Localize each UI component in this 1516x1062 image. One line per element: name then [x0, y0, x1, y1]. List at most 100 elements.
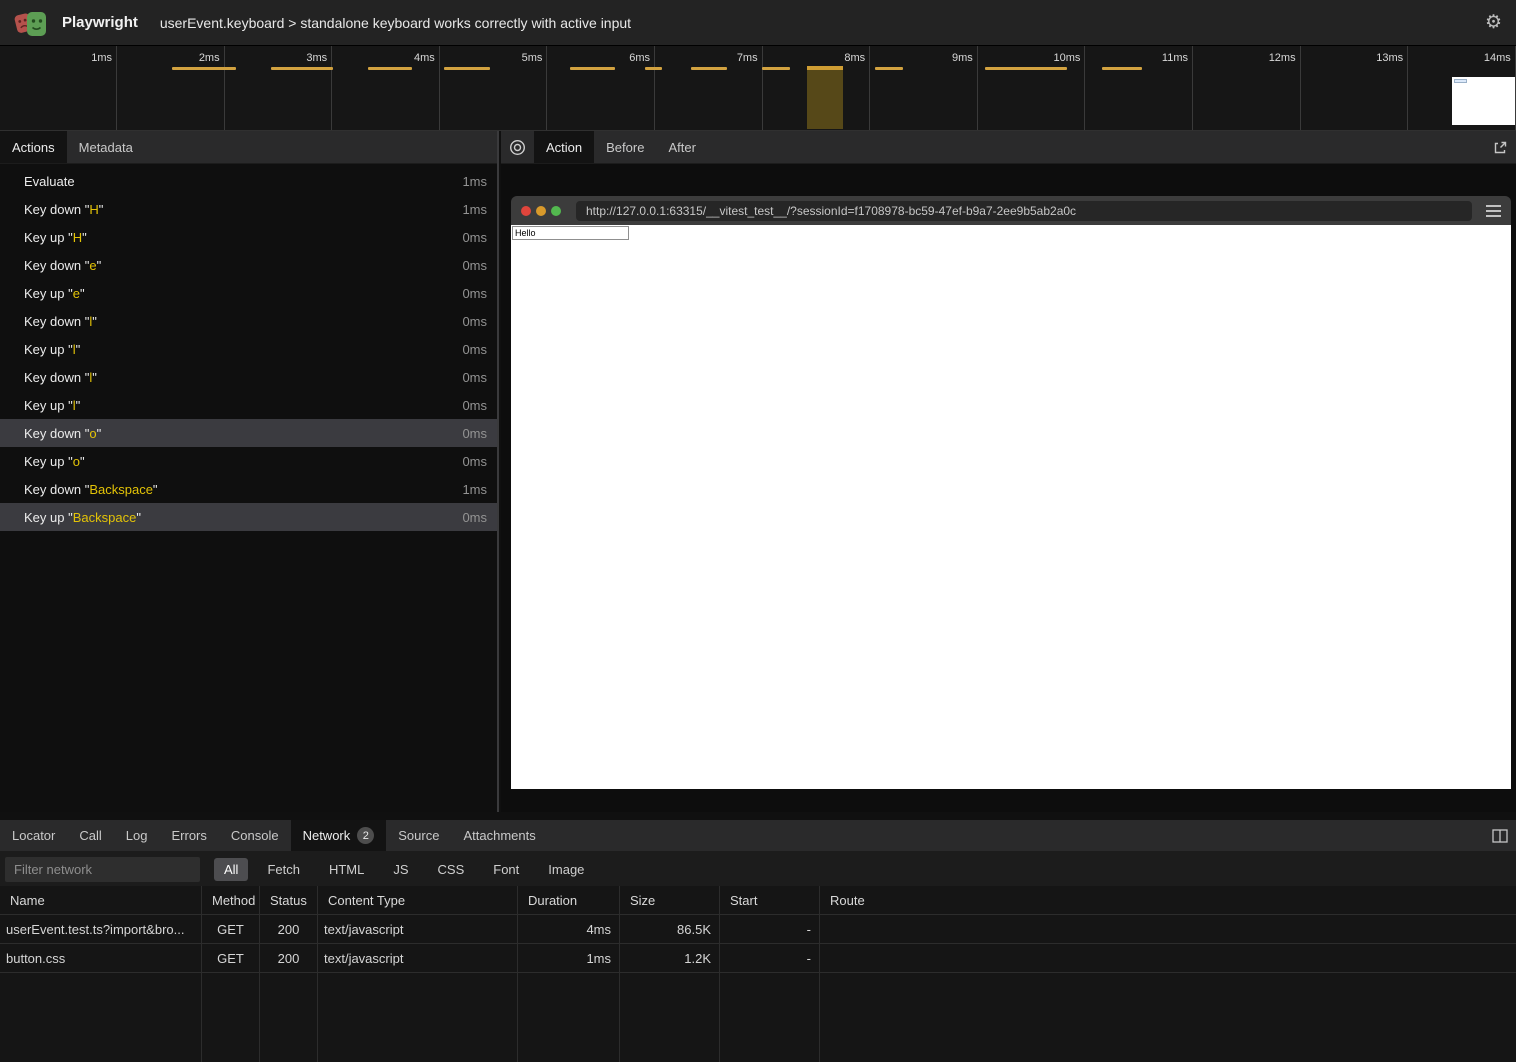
filter-chip-image[interactable]: Image: [538, 858, 594, 881]
column-header-duration[interactable]: Duration: [518, 886, 620, 914]
tab-source[interactable]: Source: [386, 820, 451, 851]
column-header-status[interactable]: Status: [260, 886, 318, 914]
timeline-action-bar: [271, 67, 333, 70]
actions-panel: Actions Metadata Evaluate1ms Key down "H…: [0, 131, 499, 812]
column-header-route[interactable]: Route: [820, 886, 1516, 914]
tab-before[interactable]: Before: [594, 131, 656, 163]
filter-chip-html[interactable]: HTML: [319, 858, 374, 881]
tab-console[interactable]: Console: [219, 820, 291, 851]
tab-actions[interactable]: Actions: [0, 131, 67, 163]
action-list-item[interactable]: Key down "l"0ms: [0, 363, 497, 391]
network-table: Name Method Status Content Type Duration…: [0, 886, 1516, 1062]
traffic-light-yellow: [536, 206, 546, 216]
tab-log[interactable]: Log: [114, 820, 160, 851]
action-title: Key up "l": [24, 342, 80, 357]
tab-metadata[interactable]: Metadata: [67, 131, 145, 163]
tab-call[interactable]: Call: [67, 820, 113, 851]
trace-viewer: Playwright userEvent.keyboard > standalo…: [0, 0, 1516, 1062]
filmstrip-thumbnail[interactable]: [1452, 77, 1516, 125]
cell-duration: 4ms: [518, 915, 620, 943]
network-filter-input[interactable]: [5, 857, 200, 882]
tab-network[interactable]: Network2: [291, 820, 387, 851]
thumbnail-input-mark: [1454, 79, 1467, 83]
action-list-item[interactable]: Key down "e" 0ms: [0, 251, 497, 279]
traffic-light-green: [551, 206, 561, 216]
toggle-layout-button[interactable]: [1484, 820, 1516, 851]
action-duration: 0ms: [462, 398, 487, 413]
action-title: Key up "Backspace": [24, 510, 141, 525]
url-text: http://127.0.0.1:63315/__vitest_test__/?…: [586, 204, 1076, 218]
playwright-logo-icon: [14, 8, 48, 38]
network-request-row[interactable]: button.css GET 200 text/javascript 1ms 1…: [0, 944, 1516, 973]
action-duration: 0ms: [462, 258, 487, 273]
timeline-tick-label: 7ms: [688, 52, 758, 64]
timeline-tick-label: 14ms: [1441, 52, 1511, 64]
cell-method: GET: [202, 915, 260, 943]
action-duration: 1ms: [462, 202, 487, 217]
open-snapshot-button[interactable]: [1490, 138, 1510, 158]
network-request-row[interactable]: userEvent.test.ts?import&bro... GET 200 …: [0, 915, 1516, 944]
action-list: Evaluate1ms Key down "H"1ms Key up "H"0m…: [0, 164, 497, 812]
actions-tabstrip: Actions Metadata: [0, 131, 497, 164]
page-text-input[interactable]: [512, 226, 629, 240]
gear-icon[interactable]: ⚙: [1485, 13, 1502, 32]
tab-after[interactable]: After: [656, 131, 707, 163]
browser-chrome: http://127.0.0.1:63315/__vitest_test__/?…: [511, 196, 1511, 225]
action-list-item[interactable]: Key up "H"0ms: [0, 223, 497, 251]
tab-action[interactable]: Action: [534, 131, 594, 163]
action-title: Evaluate: [24, 174, 75, 189]
timeline-tick-label: 9ms: [903, 52, 973, 64]
action-list-item[interactable]: Key down "l"0ms: [0, 307, 497, 335]
action-list-item[interactable]: Key up "e"0ms: [0, 279, 497, 307]
timeline-gridline: [439, 46, 440, 130]
timeline-ruler[interactable]: 1ms2ms3ms4ms5ms6ms7ms8ms9ms10ms11ms12ms1…: [0, 46, 1516, 131]
test-title: userEvent.keyboard > standalone keyboard…: [160, 15, 631, 31]
column-header-name[interactable]: Name: [0, 886, 202, 914]
network-count-badge: 2: [357, 827, 374, 844]
main-split: Actions Metadata Evaluate1ms Key down "H…: [0, 131, 1516, 812]
timeline-tick-label: 6ms: [580, 52, 650, 64]
tab-errors[interactable]: Errors: [159, 820, 218, 851]
timeline-action-bar: [985, 67, 1067, 70]
snapshot-browser-window: http://127.0.0.1:63315/__vitest_test__/?…: [511, 196, 1511, 789]
action-duration: 0ms: [462, 426, 487, 441]
action-list-item[interactable]: Key down "o"0ms: [0, 419, 497, 447]
filter-chip-font[interactable]: Font: [483, 858, 529, 881]
action-duration: 0ms: [462, 370, 487, 385]
snapshot-page: [511, 225, 1511, 789]
action-list-item[interactable]: Key up "l"0ms: [0, 391, 497, 419]
timeline-selection-band: [807, 70, 843, 129]
filter-chip-fetch[interactable]: Fetch: [257, 858, 310, 881]
action-list-item[interactable]: Evaluate1ms: [0, 167, 497, 195]
network-table-header: Name Method Status Content Type Duration…: [0, 886, 1516, 915]
timeline-tick-label: 4ms: [365, 52, 435, 64]
action-list-item[interactable]: Key down "Backspace" 1ms: [0, 475, 497, 503]
timeline-gridline: [654, 46, 655, 130]
action-list-item[interactable]: Key up "o"0ms: [0, 447, 497, 475]
filter-chip-css[interactable]: CSS: [428, 858, 475, 881]
timeline-tick-label: 3ms: [257, 52, 327, 64]
filter-chip-all[interactable]: All: [214, 858, 248, 881]
column-header-size[interactable]: Size: [620, 886, 720, 914]
filter-chip-js[interactable]: JS: [383, 858, 418, 881]
action-list-item[interactable]: Key up "Backspace"0ms: [0, 503, 497, 531]
cell-content-type: text/javascript: [318, 944, 518, 972]
cell-method: GET: [202, 944, 260, 972]
tab-locator[interactable]: Locator: [0, 820, 67, 851]
pick-locator-button[interactable]: [501, 131, 534, 163]
cell-size: 1.2K: [620, 944, 720, 972]
column-header-method[interactable]: Method: [202, 886, 260, 914]
action-title: Key down "e": [24, 258, 101, 273]
details-panel: Locator Call Log Errors Console Network2…: [0, 820, 1516, 1062]
action-list-item[interactable]: Key down "H"1ms: [0, 195, 497, 223]
column-header-content-type[interactable]: Content Type: [318, 886, 518, 914]
cell-status: 200: [260, 915, 318, 943]
timeline-gridline: [546, 46, 547, 130]
timeline-tick-label: 12ms: [1226, 52, 1296, 64]
action-title: Key down "Backspace": [24, 482, 158, 497]
action-list-item[interactable]: Key up "l"0ms: [0, 335, 497, 363]
tab-attachments[interactable]: Attachments: [451, 820, 547, 851]
column-header-start[interactable]: Start: [720, 886, 820, 914]
traffic-light-red: [521, 206, 531, 216]
action-duration: 1ms: [462, 482, 487, 497]
